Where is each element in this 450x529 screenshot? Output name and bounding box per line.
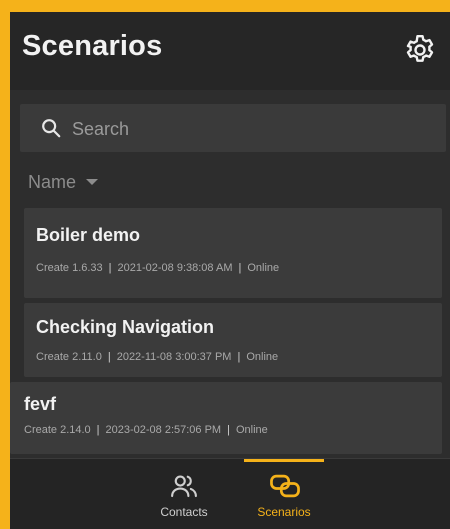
scenario-name: fevf	[24, 394, 57, 414]
search-bar[interactable]	[20, 104, 446, 152]
meta-separator: |	[96, 424, 100, 436]
scenario-status: Online	[247, 262, 280, 274]
nav-label-contacts: Contacts	[160, 505, 208, 519]
scenario-version: Create 2.11.0	[36, 351, 102, 363]
nav-item-contacts[interactable]: Contacts	[142, 459, 226, 529]
scenario-version: Create 1.6.33	[36, 262, 103, 274]
bottom-navigation: Contacts Scenarios	[10, 458, 450, 529]
caret-down-icon	[86, 179, 99, 185]
scenario-timestamp: 2022-11-08 3:00:37 PM	[116, 351, 232, 363]
gear-icon	[406, 35, 434, 62]
meta-separator: |	[238, 262, 242, 274]
app-header: Scenarios	[10, 12, 450, 90]
nav-label-scenarios: Scenarios	[257, 505, 311, 519]
scenario-card[interactable]: fevf Create 2.14.0 | 2023-02-08 2:57:06 PM…	[10, 382, 442, 454]
scenario-status: Online	[246, 351, 279, 363]
scenario-meta: Create 1.6.33 | 2021-02-08 9:38:08 AM | Onli…	[36, 262, 279, 274]
scenario-timestamp: 2023-02-08 2:57:06 PM	[105, 424, 222, 436]
scenario-meta: Create 2.11.0 | 2022-11-08 3:00:37 PM | Onli…	[36, 351, 278, 363]
settings-button[interactable]	[402, 32, 438, 68]
sort-label: Name	[28, 171, 77, 192]
active-tab-indicator	[244, 459, 324, 462]
scenario-timestamp: 2021-02-08 9:38:08 AM	[117, 262, 233, 274]
meta-separator: |	[108, 262, 112, 274]
scenario-meta: Create 2.14.0 | 2023-02-08 2:57:06 PM | Onli…	[24, 424, 268, 436]
nav-item-scenarios[interactable]: Scenarios	[242, 459, 326, 529]
scenario-name: Boiler demo	[36, 225, 141, 245]
page-title: Scenarios	[22, 30, 163, 62]
meta-separator: |	[227, 424, 230, 436]
meta-separator: |	[107, 351, 111, 363]
scenario-name: Checking Navigation	[36, 317, 215, 337]
scenario-status: Online	[235, 424, 268, 436]
scenario-version: Create 2.14.0	[24, 424, 91, 436]
search-input[interactable]	[70, 112, 434, 146]
search-icon	[42, 119, 61, 138]
scenario-card[interactable]: Boiler demo Create 1.6.33 | 2021-02-08 9:3…	[24, 208, 442, 298]
app-frame: Scenarios Name Boiler demo Create 1.6.33…	[10, 12, 450, 529]
sort-dropdown[interactable]: Name	[28, 169, 99, 195]
scenarios-icon	[270, 474, 300, 498]
meta-separator: |	[237, 351, 241, 363]
scenario-card[interactable]: Checking Navigation Create 2.11.0 | 2022-1…	[24, 303, 442, 377]
contacts-icon	[171, 475, 197, 498]
